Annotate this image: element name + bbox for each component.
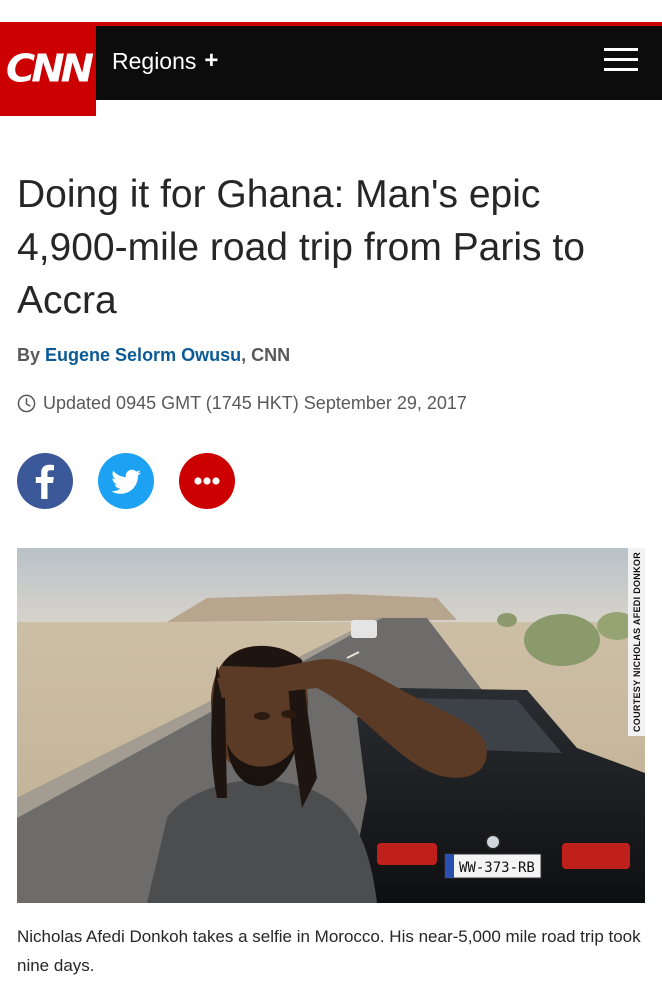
clock-icon — [17, 394, 36, 413]
article-photo[interactable]: WW-373-RB — [17, 548, 645, 903]
author-link[interactable]: Eugene Selorm Owusu — [45, 345, 241, 365]
status-strip — [0, 0, 662, 22]
share-buttons — [17, 453, 235, 509]
photo-caption: Nicholas Afedi Donkoh takes a selfie in … — [17, 927, 641, 975]
facebook-icon — [35, 464, 54, 499]
regions-menu-button[interactable]: Regions + — [112, 44, 218, 78]
twitter-share-button[interactable] — [98, 453, 154, 509]
updated-timestamp: Updated 0945 GMT (1745 HKT) September 29… — [17, 393, 467, 414]
photo-credit: COURTESY NICHOLAS AFEDI DONKOR — [628, 548, 645, 736]
updated-text: Updated 0945 GMT (1745 HKT) September 29… — [43, 393, 467, 413]
facebook-share-button[interactable] — [17, 453, 73, 509]
license-plate-text: WW-373-RB — [459, 860, 535, 876]
article-headline: Doing it for Ghana: Man's epic 4,900-mil… — [17, 173, 585, 322]
plus-icon: + — [204, 47, 219, 74]
twitter-icon — [111, 469, 141, 494]
more-share-button[interactable] — [179, 453, 235, 509]
selfie-photo-illustration: WW-373-RB — [17, 548, 645, 903]
page: CNN Regions + Doing it for Ghana: Man's … — [0, 0, 662, 992]
byline-suffix: , CNN — [241, 345, 291, 365]
more-dots-icon — [194, 477, 220, 485]
hamburger-menu-icon[interactable] — [604, 44, 640, 76]
logo-text: CNN — [5, 47, 94, 91]
regions-label: Regions — [112, 47, 197, 74]
photo-credit-text: COURTESY NICHOLAS AFEDI DONKOR — [631, 551, 642, 733]
site-header — [0, 22, 662, 100]
cnn-logo[interactable]: CNN — [0, 22, 96, 116]
byline-prefix: By — [17, 345, 41, 365]
byline: By Eugene Selorm Owusu, CNN — [17, 345, 290, 366]
